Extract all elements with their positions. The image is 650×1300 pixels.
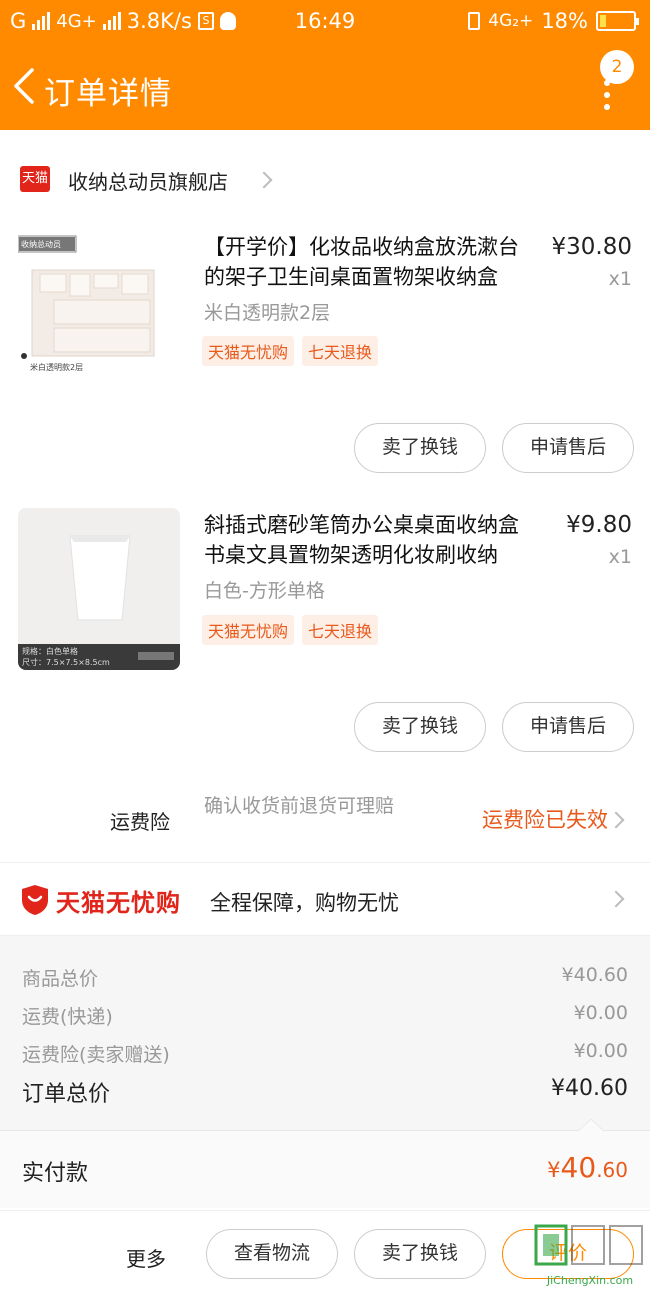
- summary-value: ¥0.00: [573, 1002, 628, 1024]
- price-summary: 商品总价 ¥40.60 运费(快递) ¥0.00 运费险(卖家赠送) ¥0.00…: [0, 936, 650, 1130]
- page-title: 订单详情: [44, 76, 172, 112]
- item-tags: 天猫无忧购 七天退换: [202, 615, 379, 645]
- chevron-right-icon: [255, 171, 273, 189]
- shop-name: 收纳总动员旗舰店: [68, 170, 228, 194]
- summary-value: ¥0.00: [573, 1040, 628, 1062]
- thumb-badge: 收纳总动员: [21, 240, 61, 249]
- paid-currency: ¥: [547, 1158, 561, 1182]
- status-right: 4G₂+ 18%: [468, 9, 639, 33]
- thumb-caption: 规格：白色单格: [22, 647, 78, 656]
- worry-free-logo: 天猫无忧购: [20, 883, 181, 917]
- tag-seven-day-return: 七天退换: [302, 336, 379, 366]
- tag-worry-free: 天猫无忧购: [202, 615, 295, 645]
- item-quantity: x1: [608, 268, 632, 290]
- shield-icon: [22, 885, 48, 915]
- summary-label: 运费(快递): [22, 1006, 113, 1028]
- item-title[interactable]: 【开学价】化妆品收纳盒放洗漱台的架子卫生间桌面置物架收纳盒: [204, 232, 534, 292]
- item-price: ¥9.80: [566, 512, 632, 538]
- summary-row: 运费(快递) ¥0.00: [22, 1002, 628, 1029]
- more-menu-icon[interactable]: [604, 80, 612, 116]
- caret-up-icon: [578, 1118, 604, 1132]
- order-total-label: 订单总价: [22, 1082, 111, 1107]
- more-button[interactable]: 更多: [126, 1243, 166, 1272]
- product-thumbnail[interactable]: 收纳总动员 米白透明款2层: [18, 230, 180, 392]
- insurance-status: 运费险已失效: [482, 808, 608, 832]
- order-total-row: 订单总价 ¥40.60: [22, 1076, 628, 1108]
- watermark-logo: JiChengXin.com: [534, 1222, 646, 1287]
- resell-button[interactable]: 卖了换钱: [354, 702, 486, 752]
- network-label-right: 4G₂+: [488, 11, 534, 31]
- after-sale-button[interactable]: 申请售后: [502, 423, 634, 473]
- status-bar: G 4G+ 3.8K/s S 16:49 4G₂+ 18%: [0, 0, 650, 44]
- thumb-caption: 米白透明款2层: [30, 363, 84, 372]
- nav-header: 订单详情 2: [0, 44, 650, 130]
- thumb-caption: 尺寸：7.5×7.5×8.5cm: [22, 658, 110, 667]
- item-tags: 天猫无忧购 七天退换: [202, 336, 379, 366]
- item-price: ¥30.80: [551, 234, 632, 260]
- order-total-value: ¥40.60: [551, 1076, 628, 1101]
- paid-integer: 40: [560, 1151, 597, 1184]
- tag-worry-free: 天猫无忧购: [202, 336, 295, 366]
- worry-free-title: 天猫无忧购: [56, 888, 181, 917]
- summary-row: 商品总价 ¥40.60: [22, 964, 628, 991]
- paid-row: 实付款 ¥40.60: [0, 1118, 650, 1208]
- summary-row: 运费险(卖家赠送) ¥0.00: [22, 1040, 628, 1067]
- paid-amount: ¥40.60: [547, 1151, 628, 1184]
- shipping-insurance-row[interactable]: 运费险 确认收货前退货可理赔 运费险已失效: [0, 784, 650, 858]
- back-arrow-icon[interactable]: [10, 66, 40, 106]
- product-thumbnail[interactable]: 规格：白色单格 尺寸：7.5×7.5×8.5cm: [18, 508, 180, 670]
- tmall-logo: 天猫: [20, 166, 50, 192]
- insurance-desc: 确认收货前退货可理赔: [204, 795, 395, 817]
- chevron-right-icon: [607, 811, 625, 829]
- watermark-text: JiChengXin.com: [546, 1274, 634, 1287]
- insurance-label: 运费险: [110, 810, 170, 834]
- item-quantity: x1: [608, 546, 632, 568]
- worry-free-row[interactable]: 天猫无忧购 全程保障，购物无忧: [0, 862, 650, 936]
- item-spec: 白色-方形单格: [204, 580, 325, 602]
- tag-seven-day-return: 七天退换: [302, 615, 379, 645]
- battery-icon: [596, 11, 639, 31]
- message-badge: 2: [600, 50, 634, 84]
- vibrate-icon: [468, 12, 481, 30]
- paid-decimal: .60: [596, 1158, 628, 1182]
- resell-button[interactable]: 卖了换钱: [354, 1229, 486, 1279]
- paid-label: 实付款: [22, 1161, 89, 1186]
- worry-free-desc: 全程保障，购物无忧: [210, 891, 399, 915]
- view-logistics-button[interactable]: 查看物流: [206, 1229, 338, 1279]
- chevron-right-icon: [607, 890, 625, 908]
- battery-label: 18%: [541, 9, 588, 33]
- after-sale-button[interactable]: 申请售后: [502, 702, 634, 752]
- shop-row[interactable]: 天猫 收纳总动员旗舰店: [0, 148, 650, 212]
- summary-label: 运费险(卖家赠送): [22, 1044, 170, 1066]
- summary-label: 商品总价: [22, 968, 99, 990]
- item-spec: 米白透明款2层: [204, 302, 331, 324]
- watermark-emblem: [534, 1224, 643, 1266]
- item-title[interactable]: 斜插式磨砂笔筒办公桌桌面收纳盒书桌文具置物架透明化妆刷收纳: [204, 510, 534, 570]
- resell-button[interactable]: 卖了换钱: [354, 423, 486, 473]
- summary-value: ¥40.60: [561, 964, 628, 986]
